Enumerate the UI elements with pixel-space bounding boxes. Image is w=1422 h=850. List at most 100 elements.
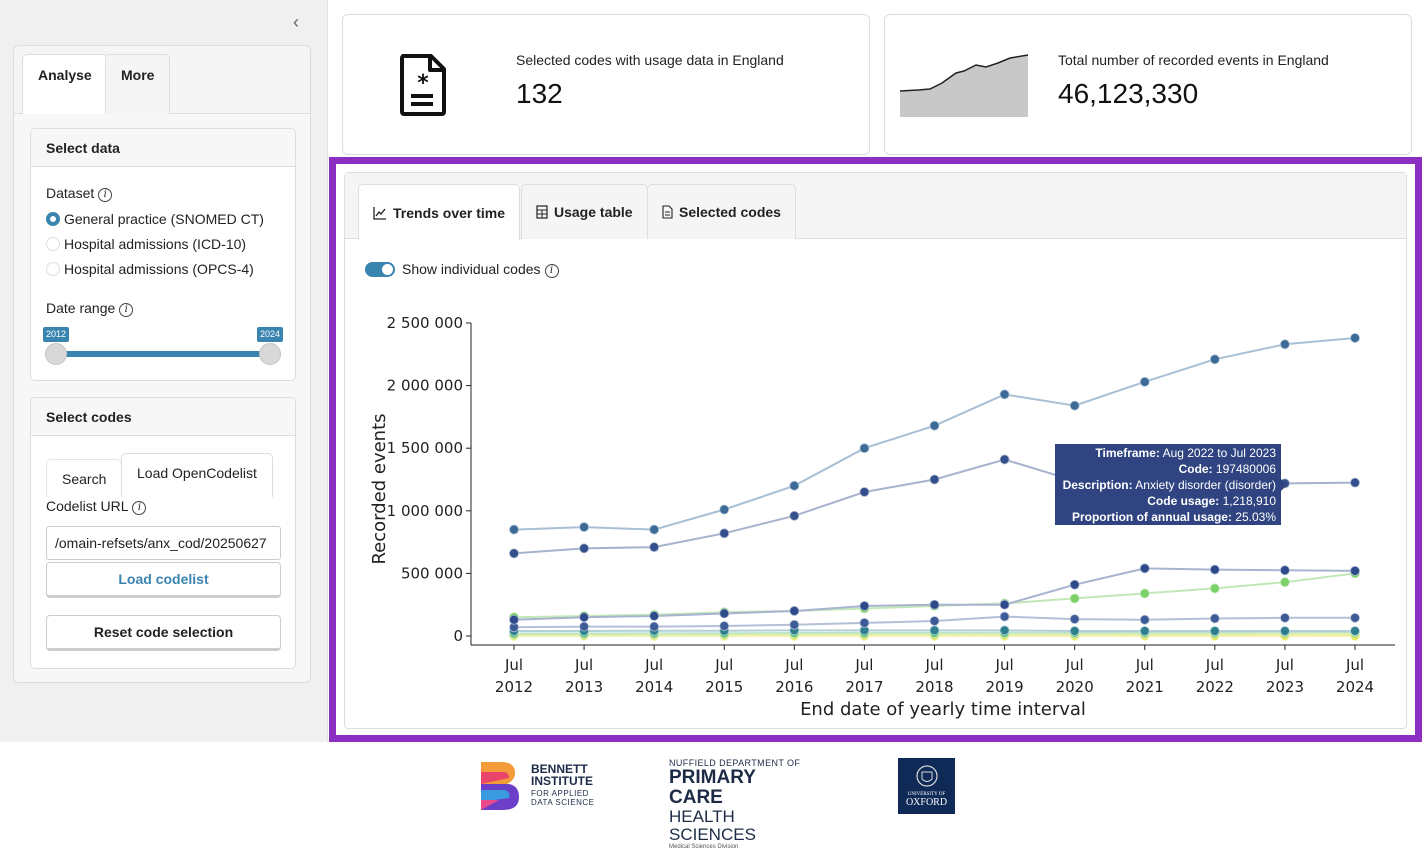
data-point[interactable]	[929, 616, 940, 626]
info-icon[interactable]: i	[119, 303, 134, 317]
logo-line: FOR APPLIED	[531, 789, 589, 798]
radio-unselected-icon[interactable]	[46, 262, 60, 276]
data-point[interactable]	[859, 487, 870, 497]
date-range-label: Date range i	[46, 300, 134, 317]
radio-hospital-opcs4[interactable]: Hospital admissions (OPCS-4)	[46, 261, 254, 277]
bennett-logo-subtext: FOR APPLIED DATA SCIENCE	[531, 789, 595, 807]
data-point[interactable]	[719, 504, 730, 515]
data-point[interactable]	[1139, 588, 1150, 599]
data-point[interactable]	[1209, 564, 1220, 575]
info-icon[interactable]: i	[98, 188, 113, 202]
data-point[interactable]	[1280, 577, 1290, 588]
info-icon[interactable]: i	[132, 501, 147, 515]
data-point[interactable]	[1069, 593, 1080, 604]
data-point[interactable]	[999, 625, 1010, 636]
data-point[interactable]	[579, 522, 589, 532]
data-point[interactable]	[1350, 612, 1360, 623]
data-point[interactable]	[1069, 400, 1080, 411]
reset-code-selection-button[interactable]: Reset code selection	[46, 615, 281, 651]
x-tick-label: 2023	[1266, 678, 1304, 696]
data-point[interactable]	[1209, 583, 1220, 594]
data-point[interactable]	[1280, 612, 1290, 623]
data-point[interactable]	[1209, 626, 1220, 636]
data-point[interactable]	[579, 543, 589, 554]
data-point[interactable]	[1350, 477, 1360, 488]
radio-unselected-icon[interactable]	[46, 237, 60, 251]
y-tick-label: 2 500 000	[387, 314, 463, 332]
data-point[interactable]	[789, 480, 800, 491]
data-point[interactable]	[579, 612, 589, 623]
date-range-min-badge: 2012	[43, 327, 70, 342]
data-point[interactable]	[1350, 565, 1360, 576]
data-point[interactable]	[1069, 626, 1080, 636]
tab-more[interactable]: More	[105, 54, 171, 114]
x-tick-label: 2018	[915, 678, 953, 696]
data-point[interactable]	[1280, 339, 1290, 350]
data-point[interactable]	[649, 621, 660, 632]
data-point[interactable]	[649, 611, 660, 621]
data-point[interactable]	[929, 599, 940, 610]
university-of-oxford-logo[interactable]: UNIVERSITY OF OXFORD	[898, 758, 955, 814]
data-point[interactable]	[649, 524, 660, 535]
codelist-url-label: Codelist URL i	[46, 498, 147, 515]
data-point[interactable]	[1280, 626, 1290, 636]
highlight-frame: Trends over time Usage table Selected co…	[329, 157, 1422, 742]
date-range-min-handle[interactable]	[45, 343, 67, 365]
date-range-max-handle[interactable]	[259, 343, 281, 365]
data-point[interactable]	[1280, 565, 1290, 576]
chevron-left-icon[interactable]: ‹	[287, 12, 305, 32]
tab-load-opencodelist[interactable]: Load OpenCodelist	[121, 453, 273, 497]
y-tick-label: 2 000 000	[387, 377, 463, 395]
value-box-value: 132	[516, 78, 563, 109]
data-point[interactable]	[859, 617, 870, 628]
nuffield-logo[interactable]: NUFFIELD DEPARTMENT OF PRIMARY CARE HEAL…	[669, 758, 809, 850]
sidebar-body: Select data Dataset i General practice (S…	[14, 114, 310, 682]
data-point[interactable]	[1139, 376, 1150, 387]
tab-search[interactable]: Search	[46, 459, 123, 497]
data-point[interactable]	[1209, 354, 1220, 365]
radio-general-practice[interactable]: General practice (SNOMED CT)	[46, 211, 264, 227]
radio-hospital-icd10[interactable]: Hospital admissions (ICD-10)	[46, 236, 246, 252]
data-point[interactable]	[999, 599, 1010, 610]
data-point[interactable]	[859, 443, 870, 454]
codelist-url-label-text: Codelist URL	[46, 498, 129, 514]
load-codelist-button[interactable]: Load codelist	[46, 562, 281, 598]
data-point[interactable]	[509, 614, 519, 625]
data-point[interactable]	[719, 528, 730, 539]
radio-selected-icon[interactable]	[46, 212, 60, 226]
bennett-logo-text: BENNETT INSTITUTE	[531, 763, 593, 787]
x-tick-label: 2016	[775, 678, 813, 696]
data-point[interactable]	[1139, 626, 1150, 636]
x-tick-label: Jul	[1205, 656, 1224, 674]
data-point[interactable]	[509, 524, 519, 535]
data-point[interactable]	[999, 454, 1010, 465]
data-point[interactable]	[929, 420, 940, 431]
codelist-url-input[interactable]: omain-refsets/anx_cod/20250627/	[46, 526, 281, 560]
data-point[interactable]	[579, 621, 589, 632]
data-point[interactable]	[719, 608, 730, 619]
data-point[interactable]	[789, 606, 800, 616]
data-point[interactable]	[859, 601, 870, 611]
date-range-slider-track[interactable]	[56, 351, 270, 357]
data-point[interactable]	[1139, 614, 1150, 625]
data-point[interactable]	[1069, 614, 1080, 624]
data-point[interactable]	[1209, 613, 1220, 624]
data-point[interactable]	[1350, 626, 1360, 636]
data-point[interactable]	[789, 619, 800, 630]
data-point[interactable]	[1139, 563, 1150, 574]
data-point[interactable]	[789, 510, 800, 521]
data-point[interactable]	[999, 389, 1010, 400]
bennett-institute-logo[interactable]	[479, 760, 521, 812]
data-point[interactable]	[719, 621, 730, 631]
tab-analyse[interactable]: Analyse	[22, 54, 108, 115]
tooltip-value: 1,218,910	[1222, 494, 1276, 508]
data-point[interactable]	[1069, 579, 1080, 590]
data-point[interactable]	[929, 474, 940, 485]
data-point[interactable]	[1350, 333, 1360, 343]
data-point[interactable]	[509, 548, 519, 559]
data-point[interactable]	[649, 542, 660, 553]
x-tick-label: Jul	[854, 656, 873, 674]
y-tick-label: 1 500 000	[387, 439, 463, 457]
data-point[interactable]	[999, 611, 1010, 622]
data-point[interactable]	[929, 625, 940, 636]
